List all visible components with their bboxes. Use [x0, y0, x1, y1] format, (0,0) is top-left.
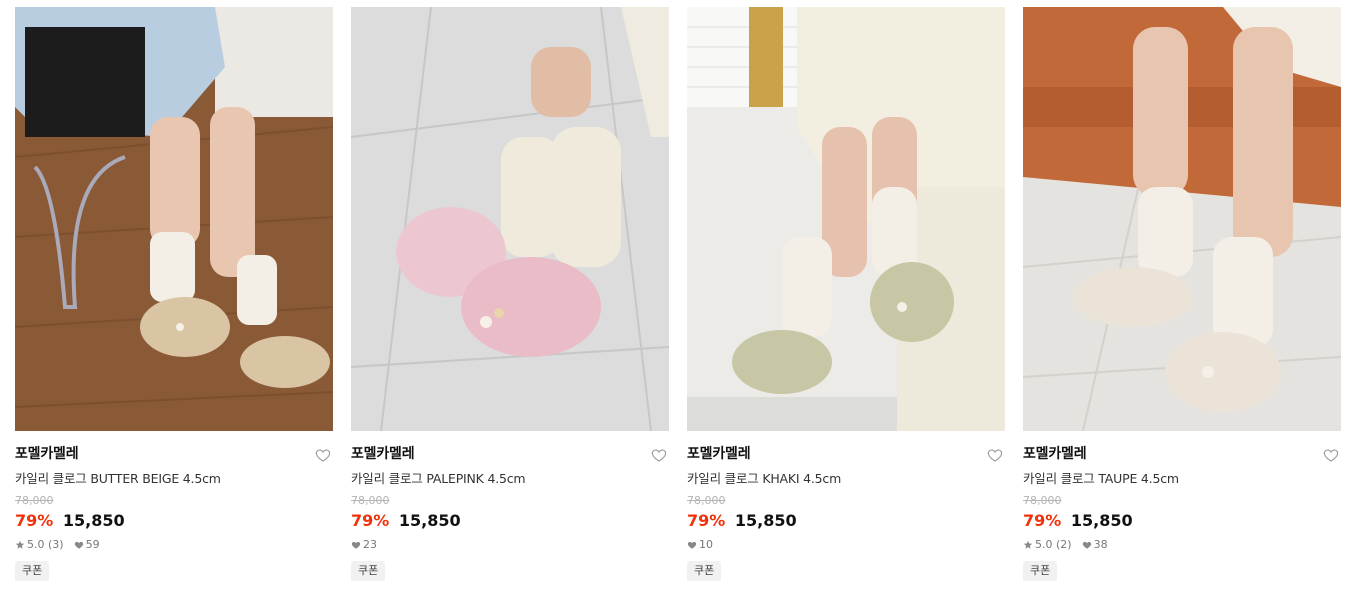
- heart-filled-icon: [351, 541, 361, 549]
- like-count: 23: [363, 538, 377, 551]
- brand-name[interactable]: 포멜카멜레: [15, 444, 333, 464]
- like-count: 59: [85, 538, 100, 551]
- heart-filled-icon: [1082, 541, 1091, 549]
- coupon-badge: 쿠폰: [15, 561, 50, 581]
- heart-outline-icon: [1323, 449, 1339, 462]
- product-name[interactable]: 카일리 클로그 TAUPE 4.5cm: [1023, 469, 1341, 489]
- product-image[interactable]: [351, 7, 669, 431]
- like-count: 10: [699, 538, 713, 551]
- coupon-badge: 쿠폰: [351, 561, 386, 581]
- product-image[interactable]: [687, 7, 1005, 431]
- product-photo-taupe: [1023, 7, 1341, 431]
- coupon-badge: 쿠폰: [687, 561, 722, 581]
- star-icon: [1023, 540, 1033, 549]
- product-info: 포멜카멜레 카일리 클로그 KHAKI 4.5cm 78,000 79% 15,…: [687, 431, 1005, 581]
- original-price: 78,000: [351, 494, 390, 507]
- likes: 23: [351, 537, 377, 553]
- heart-outline-icon: [987, 449, 1003, 462]
- likes: 10: [687, 537, 713, 553]
- coupon-badge: 쿠폰: [1023, 561, 1058, 581]
- sale-price: 15,850: [62, 511, 125, 530]
- rating-value: 5.0: [27, 538, 45, 551]
- wishlist-button[interactable]: [315, 447, 331, 463]
- heart-filled-icon: [74, 541, 83, 549]
- product-card[interactable]: 포멜카멜레 카일리 클로그 TAUPE 4.5cm 78,000 79% 15,…: [1023, 7, 1341, 581]
- original-price: 78,000: [15, 494, 54, 507]
- rating: 5.0 (3): [15, 537, 64, 553]
- rating: 5.0 (2): [1023, 537, 1072, 553]
- sale-price: 15,850: [1070, 511, 1133, 530]
- product-info: 포멜카멜레 카일리 클로그 BUTTER BEIGE 4.5cm 78,000 …: [15, 431, 333, 581]
- product-photo-palepink: [351, 7, 669, 431]
- wishlist-button[interactable]: [1323, 447, 1339, 463]
- likes: 38: [1082, 537, 1108, 553]
- heart-outline-icon: [315, 449, 331, 462]
- product-card[interactable]: 포멜카멜레 카일리 클로그 PALEPINK 4.5cm 78,000 79% …: [351, 7, 669, 581]
- product-card[interactable]: 포멜카멜레 카일리 클로그 BUTTER BEIGE 4.5cm 78,000 …: [15, 7, 333, 581]
- price-row: 79% 15,850: [687, 510, 1005, 532]
- discount-rate: 79%: [1023, 511, 1062, 530]
- product-grid: 포멜카멜레 카일리 클로그 BUTTER BEIGE 4.5cm 78,000 …: [0, 0, 1350, 591]
- price-row: 79% 15,850: [15, 510, 333, 532]
- sale-price: 15,850: [398, 511, 461, 530]
- star-icon: [15, 540, 25, 549]
- product-stats: 23: [351, 537, 669, 553]
- product-image[interactable]: [1023, 7, 1341, 431]
- product-info: 포멜카멜레 카일리 클로그 PALEPINK 4.5cm 78,000 79% …: [351, 431, 669, 581]
- product-name[interactable]: 카일리 클로그 PALEPINK 4.5cm: [351, 469, 669, 489]
- original-price: 78,000: [687, 494, 726, 507]
- product-stats: 5.0 (2) 38: [1023, 537, 1341, 553]
- wishlist-button[interactable]: [651, 447, 667, 463]
- brand-name[interactable]: 포멜카멜레: [351, 444, 669, 464]
- brand-name[interactable]: 포멜카멜레: [687, 444, 1005, 464]
- product-stats: 5.0 (3) 59: [15, 537, 333, 553]
- discount-rate: 79%: [687, 511, 726, 530]
- price-row: 79% 15,850: [1023, 510, 1341, 532]
- review-count: (3): [48, 538, 64, 551]
- product-photo-butter-beige: [15, 7, 333, 431]
- brand-name[interactable]: 포멜카멜레: [1023, 444, 1341, 464]
- discount-rate: 79%: [15, 511, 54, 530]
- rating-value: 5.0: [1035, 538, 1053, 551]
- product-name[interactable]: 카일리 클로그 BUTTER BEIGE 4.5cm: [15, 469, 333, 489]
- likes: 59: [74, 537, 100, 553]
- heart-outline-icon: [651, 449, 667, 462]
- product-info: 포멜카멜레 카일리 클로그 TAUPE 4.5cm 78,000 79% 15,…: [1023, 431, 1341, 581]
- sale-price: 15,850: [734, 511, 797, 530]
- price-row: 79% 15,850: [351, 510, 669, 532]
- like-count: 38: [1093, 538, 1108, 551]
- original-price: 78,000: [1023, 494, 1062, 507]
- product-image[interactable]: [15, 7, 333, 431]
- heart-filled-icon: [687, 541, 697, 549]
- product-stats: 10: [687, 537, 1005, 553]
- product-name[interactable]: 카일리 클로그 KHAKI 4.5cm: [687, 469, 1005, 489]
- discount-rate: 79%: [351, 511, 390, 530]
- review-count: (2): [1056, 538, 1072, 551]
- product-card[interactable]: 포멜카멜레 카일리 클로그 KHAKI 4.5cm 78,000 79% 15,…: [687, 7, 1005, 581]
- product-photo-khaki: [687, 7, 1005, 431]
- wishlist-button[interactable]: [987, 447, 1003, 463]
